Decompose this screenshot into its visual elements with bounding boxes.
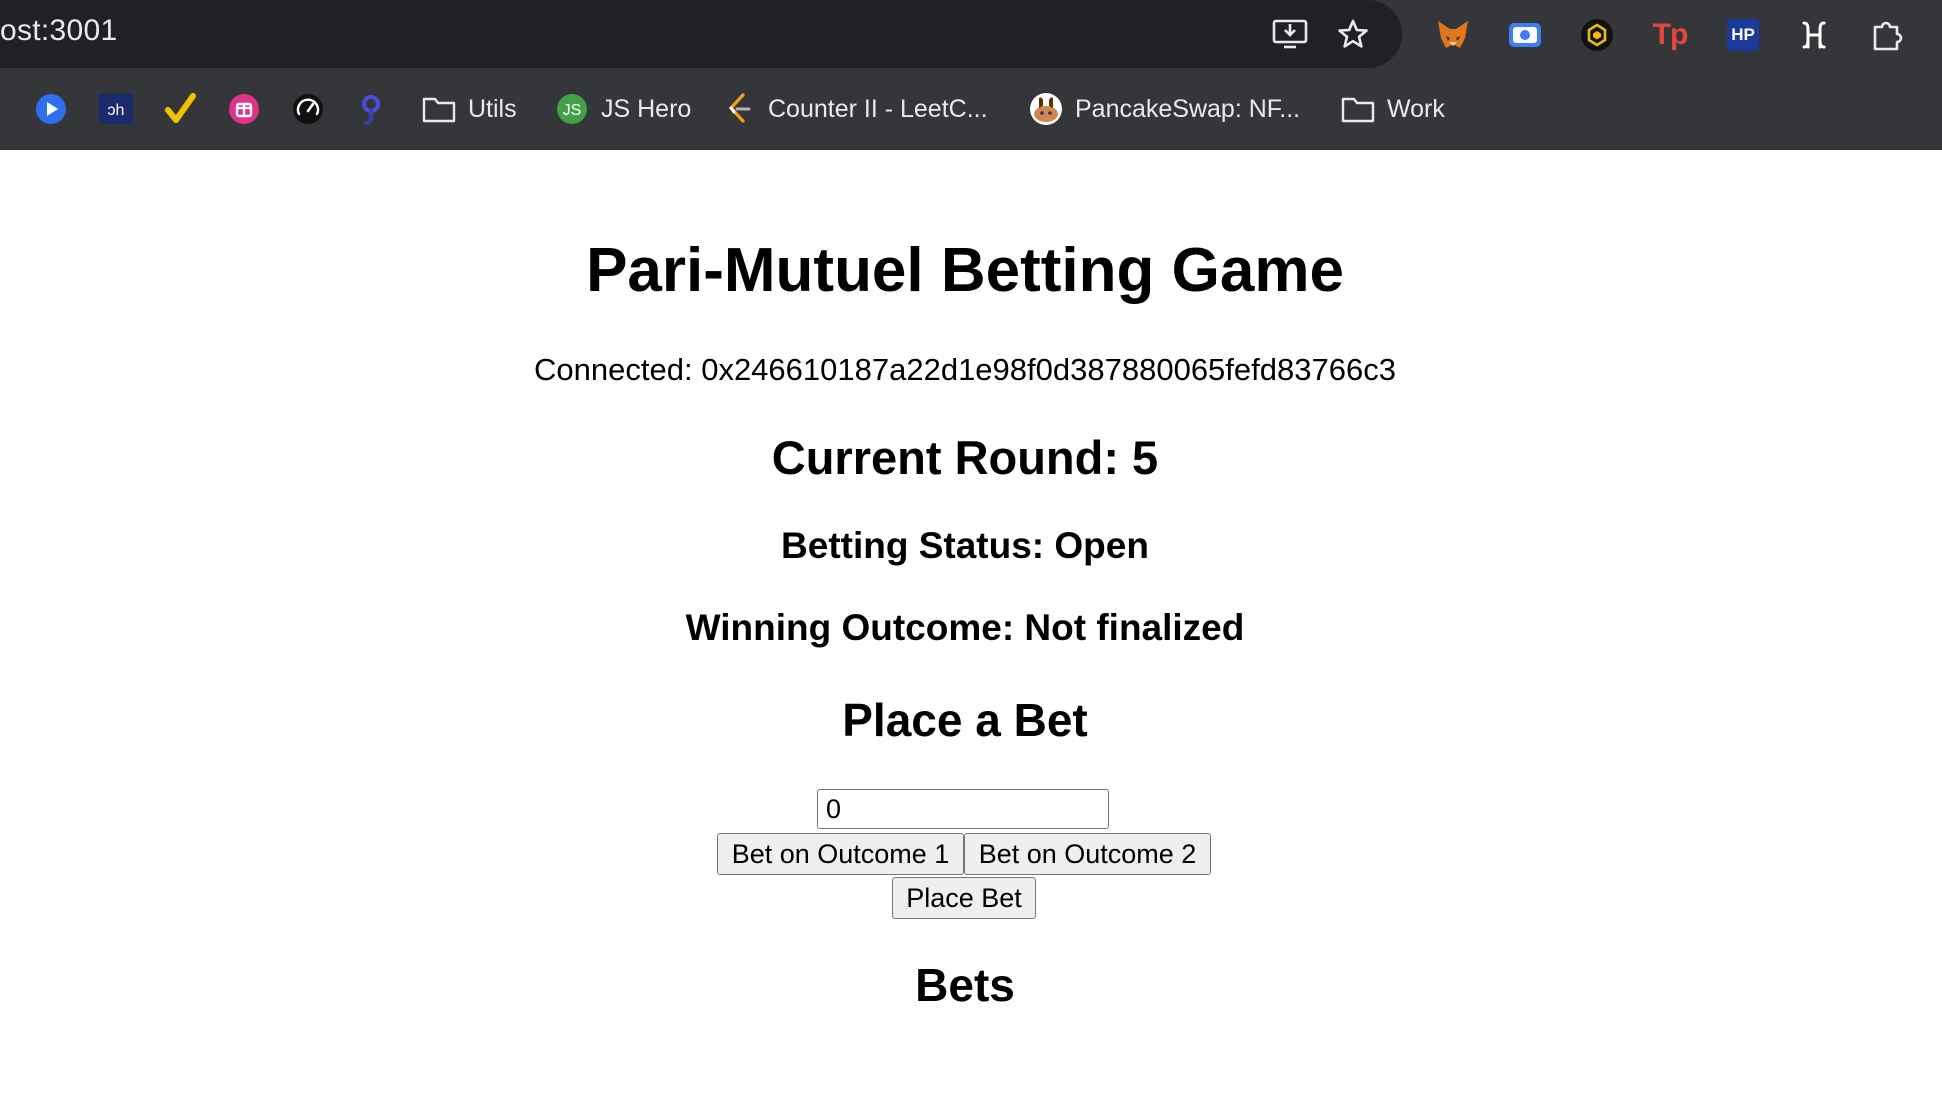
bookmark-hook[interactable] [354,68,388,150]
bookmark-label: Work [1387,94,1445,123]
current-round: Current Round: 5 [771,431,1159,484]
bookmark-label: JS Hero [601,94,692,123]
url-text[interactable]: ost:3001 [0,14,118,48]
bookmark-js-hero[interactable]: JS JS Hero [555,68,691,150]
svg-text:ↄh: ↄh [108,102,125,119]
bookmark-label: PancakeSwap: NF... [1075,94,1301,123]
bookmark-calendar-gift[interactable] [227,68,261,150]
bnb-wallet-icon[interactable] [1574,12,1620,58]
folder-icon [1341,92,1375,126]
calendar-gift-icon [227,92,261,126]
bookmark-checkmark[interactable] [163,68,197,150]
speedometer-icon [291,92,325,126]
pancakeswap-icon [1029,92,1063,126]
bookmark-folder-work[interactable]: Work [1341,68,1445,150]
dh-icon: ↄh [99,92,133,126]
bet-outcome-1-button[interactable]: Bet on Outcome 1 [717,833,964,875]
tokenpocket-icon[interactable]: Tp [1647,12,1693,58]
star-icon[interactable] [1331,12,1375,56]
bookmark-folder-utils[interactable]: Utils [422,68,517,150]
svg-text:JS: JS [563,102,582,119]
bookmark-pancakeswap[interactable]: PancakeSwap: NF... [1029,68,1300,150]
bookmark-label: Utils [468,94,517,123]
place-bet-heading: Place a Bet [842,694,1088,746]
hp-badge: HP [1727,19,1759,51]
browser-toolbar: ost:3001 Tp HP [0,0,1942,68]
betting-status: Betting Status: Open [781,525,1149,566]
tokenpocket-label: Tp [1652,18,1689,51]
install-icon[interactable] [1268,12,1312,56]
connected-account: Connected: 0x246610187a22d1e98f0d3878800… [534,352,1396,387]
bet-outcome-2-button[interactable]: Bet on Outcome 2 [964,833,1211,875]
puzzle-extensions-icon[interactable] [1864,12,1910,58]
js-hero-icon: JS [555,92,589,126]
metamask-fox-icon[interactable] [1430,12,1476,58]
bookmark-leetcode[interactable]: Counter II - LeetC... [722,68,988,150]
hook-icon [354,92,388,126]
address-bar[interactable]: ost:3001 [0,0,1402,68]
bet-amount-input[interactable] [817,789,1109,829]
bookmark-play[interactable] [34,68,68,150]
hp-label: HP [1731,25,1755,44]
bets-heading: Bets [915,959,1015,1011]
screen-record-icon[interactable] [1502,12,1548,58]
folder-icon [422,92,456,126]
leetcode-icon [722,92,756,126]
place-bet-button[interactable]: Place Bet [892,877,1036,919]
hp-icon[interactable]: HP [1720,12,1766,58]
bookmarks-bar: ↄh Utils JS JS Hero Counter II - LeetC..… [0,68,1942,150]
page-title: Pari-Mutuel Betting Game [586,236,1344,305]
winning-outcome: Winning Outcome: Not finalized [685,607,1245,648]
bookmark-dh[interactable]: ↄh [99,68,133,150]
checkmark-icon [163,92,197,126]
play-icon [34,92,68,126]
page-content: Pari-Mutuel Betting Game Connected: 0x24… [0,150,1942,1102]
hashnode-icon[interactable] [1791,12,1837,58]
bookmark-speedometer[interactable] [291,68,325,150]
bookmark-label: Counter II - LeetC... [768,94,988,123]
